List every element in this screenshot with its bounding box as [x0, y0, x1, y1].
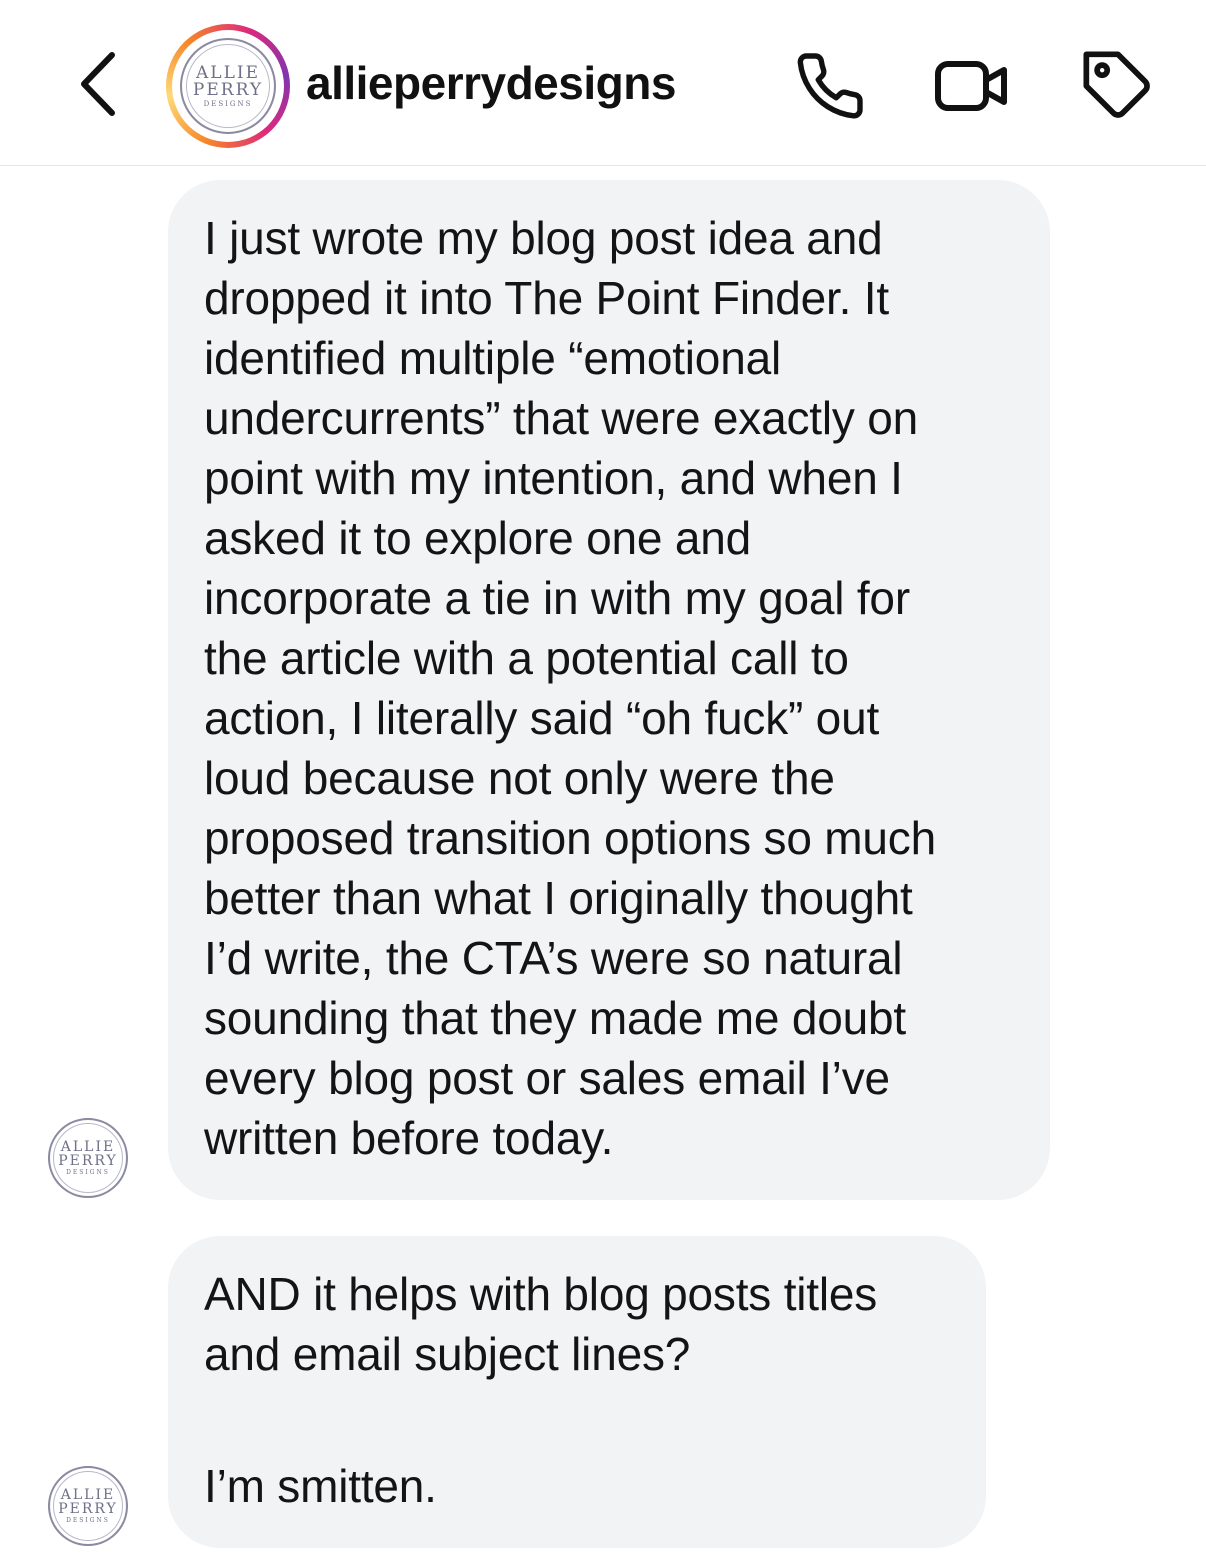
sender-avatar[interactable]: ALLIE PERRY DESIGNS [48, 1466, 128, 1546]
back-button[interactable] [62, 44, 134, 124]
phone-icon [797, 53, 863, 119]
message-line: I just wrote my blog post idea and [204, 212, 883, 264]
message-line: dropped it into The Point Finder. It [204, 272, 889, 324]
message-line: undercurrents” that were exactly on [204, 392, 919, 444]
avatar-inner: ALLIE PERRY DESIGNS [172, 30, 284, 142]
brand-logo: ALLIE PERRY DESIGNS [180, 38, 276, 134]
message-line: the article with a potential call to [204, 632, 849, 684]
message-bubble[interactable]: I just wrote my blog post idea and dropp… [168, 180, 1050, 1200]
message-line: written before today. [204, 1112, 614, 1164]
logo-line-1: ALLIE [60, 1487, 116, 1503]
logo-line-2: PERRY [192, 79, 264, 100]
message-line: identified multiple “emotional [204, 332, 781, 384]
message-line: I’m smitten. [204, 1460, 437, 1512]
logo-line-2: PERRY [58, 1153, 118, 1169]
chevron-left-icon [81, 52, 115, 116]
logo-line-1: ALLIE [60, 1139, 116, 1155]
message-line: I’d write, the CTA’s were so natural [204, 932, 903, 984]
message-line: and email subject lines? [204, 1328, 691, 1380]
call-button[interactable] [790, 46, 870, 126]
sender-avatar[interactable]: ALLIE PERRY DESIGNS [48, 1118, 128, 1198]
logo-line-3: DESIGNS [66, 1169, 110, 1176]
message-line: asked it to explore one and [204, 512, 751, 564]
brand-logo: ALLIE PERRY DESIGNS [48, 1466, 128, 1546]
profile-avatar[interactable]: ALLIE PERRY DESIGNS [166, 24, 290, 148]
message-line: AND it helps with blog posts titles [204, 1268, 878, 1320]
brand-logo: ALLIE PERRY DESIGNS [48, 1118, 128, 1198]
message-line: better than what I originally thought [204, 872, 913, 924]
tag-button[interactable] [1078, 46, 1158, 126]
logo-line-1: ALLIE [196, 62, 260, 83]
tag-icon [1083, 51, 1150, 118]
logo-line-3: DESIGNS [203, 99, 253, 108]
logo-line-3: DESIGNS [66, 1517, 110, 1524]
logo-line-2: PERRY [58, 1501, 118, 1517]
video-camera-icon [935, 61, 1007, 111]
message-line: loud because not only were the [204, 752, 835, 804]
message-line: action, I literally said “oh fuck” out [204, 692, 880, 744]
message-bubble[interactable]: AND it helps with blog posts titles and … [168, 1236, 986, 1548]
message-line: point with my intention, and when I [204, 452, 903, 504]
video-call-button[interactable] [932, 46, 1012, 126]
username[interactable]: allieperrydesigns [306, 56, 676, 110]
message-line: proposed transition options so much [204, 812, 936, 864]
message-line: every blog post or sales email I’ve [204, 1052, 890, 1104]
message-line: sounding that they made me doubt [204, 992, 906, 1044]
message-line: incorporate a tie in with my goal for [204, 572, 910, 624]
chat-header: ALLIE PERRY DESIGNS allieperrydesigns [0, 0, 1206, 166]
